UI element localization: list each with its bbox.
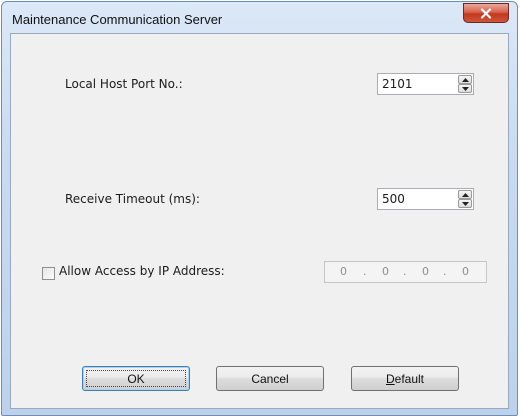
- ip-dot-1: .: [363, 265, 367, 278]
- ip-octet-3: 0: [422, 265, 429, 278]
- triangle-down-icon: [461, 86, 469, 91]
- triangle-up-icon: [461, 192, 469, 197]
- ip-address-field: 0 . 0 . 0 . 0: [324, 261, 487, 283]
- receive-timeout-arrows: [458, 190, 472, 208]
- spin-up-button[interactable]: [458, 75, 472, 84]
- cancel-button-label: Cancel: [251, 371, 289, 386]
- window-title: Maintenance Communication Server: [12, 12, 223, 27]
- ip-dot-2: .: [403, 265, 407, 278]
- ip-octet-1: 0: [340, 265, 347, 278]
- default-button-label-rest: efault: [394, 371, 425, 386]
- title-bar[interactable]: Maintenance Communication Server: [2, 2, 517, 34]
- allow-access-label[interactable]: Allow Access by IP Address:: [59, 264, 225, 278]
- triangle-down-icon: [461, 201, 469, 206]
- dialog-client-area: Local Host Port No.: 2101 Receive Timeou…: [10, 33, 509, 409]
- close-button[interactable]: [463, 3, 509, 23]
- default-button-label: Default: [386, 372, 424, 386]
- triangle-up-icon: [461, 77, 469, 82]
- default-button[interactable]: Default: [351, 366, 459, 391]
- spin-down-button[interactable]: [458, 199, 472, 208]
- default-button-mnemonic: D: [385, 371, 395, 386]
- spin-down-button[interactable]: [458, 84, 472, 93]
- ok-button[interactable]: OK: [82, 366, 190, 391]
- local-port-value[interactable]: 2101: [382, 77, 413, 91]
- allow-access-checkbox[interactable]: [42, 267, 55, 280]
- local-port-spinner[interactable]: 2101: [377, 73, 474, 95]
- ip-dot-3: .: [443, 265, 447, 278]
- dialog-window: Maintenance Communication Server Local H…: [1, 1, 518, 416]
- ip-octet-4: 0: [462, 265, 469, 278]
- close-icon: [480, 7, 492, 19]
- local-port-label: Local Host Port No.:: [65, 77, 183, 91]
- ip-octet-2: 0: [382, 265, 389, 278]
- receive-timeout-label: Receive Timeout (ms):: [65, 192, 200, 206]
- focus-rectangle: [86, 370, 186, 387]
- cancel-button[interactable]: Cancel: [216, 366, 324, 391]
- receive-timeout-spinner[interactable]: 500: [377, 188, 474, 210]
- spin-up-button[interactable]: [458, 190, 472, 199]
- local-port-arrows: [458, 75, 472, 93]
- receive-timeout-value[interactable]: 500: [382, 192, 405, 206]
